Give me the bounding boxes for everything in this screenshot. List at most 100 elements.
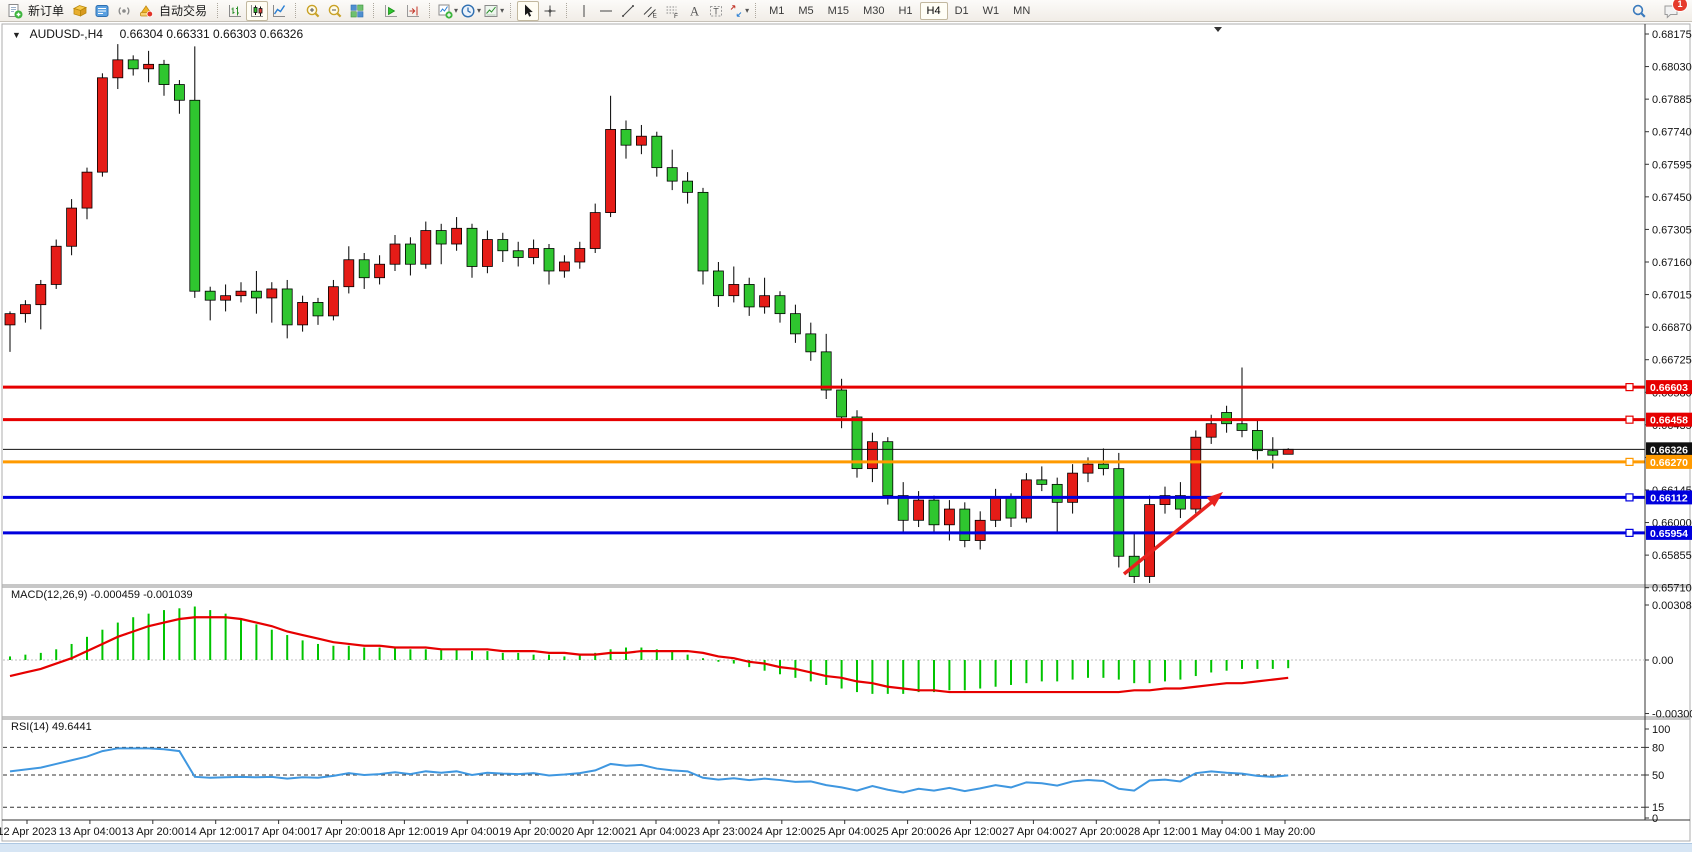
bear-candle bbox=[159, 64, 169, 84]
indicators-icon bbox=[437, 3, 453, 19]
bear-candle bbox=[1037, 480, 1047, 484]
rsi-tick-label: 100 bbox=[1652, 724, 1670, 736]
pivot-line-orange-handle[interactable] bbox=[1626, 458, 1633, 465]
indicators-button[interactable]: ▾ bbox=[436, 1, 459, 21]
time-tick-label: 12 Apr 2023 bbox=[0, 826, 57, 838]
candle-chart-button[interactable] bbox=[246, 1, 268, 21]
bear-candle bbox=[313, 302, 323, 315]
bar-chart-button[interactable] bbox=[224, 1, 246, 21]
time-tick-label: 28 Apr 12:00 bbox=[1128, 826, 1190, 838]
text-label-button[interactable]: T bbox=[705, 1, 727, 21]
crosshair-button[interactable] bbox=[539, 1, 561, 21]
bear-candle bbox=[790, 314, 800, 334]
time-tick-label: 27 Apr 20:00 bbox=[1065, 826, 1127, 838]
support-line-2-handle[interactable] bbox=[1626, 529, 1633, 536]
svg-text:E: E bbox=[653, 12, 658, 19]
timeframe-button-m15[interactable]: M15 bbox=[821, 2, 856, 20]
bear-candle bbox=[960, 509, 970, 540]
trendline-button[interactable] bbox=[617, 1, 639, 21]
support-line-1-handle[interactable] bbox=[1626, 494, 1633, 501]
data-window-button[interactable] bbox=[91, 1, 113, 21]
status-bar bbox=[0, 843, 1692, 852]
cursor-button[interactable] bbox=[517, 1, 539, 21]
hline-button[interactable] bbox=[595, 1, 617, 21]
bull-candle bbox=[1283, 449, 1293, 454]
svg-text:T: T bbox=[713, 6, 719, 16]
main-toolbar: 新订单自动交易▾▾▾EFAT▾M1M5M15M30H1H4D1W1MN1 bbox=[0, 0, 1692, 22]
price-tick-label: 0.67450 bbox=[1652, 192, 1692, 204]
auto-scroll-button[interactable] bbox=[380, 1, 402, 21]
periods-button[interactable]: ▾ bbox=[459, 1, 482, 21]
timeframe-button-m1[interactable]: M1 bbox=[762, 2, 791, 20]
price-tick-label: 0.65855 bbox=[1652, 550, 1692, 562]
bear-candle bbox=[282, 289, 292, 325]
bull-candle bbox=[20, 305, 30, 314]
timeframe-button-m5[interactable]: M5 bbox=[791, 2, 820, 20]
timeframe-button-w1[interactable]: W1 bbox=[976, 2, 1007, 20]
toolbar-separator bbox=[217, 3, 219, 18]
search-button[interactable] bbox=[1628, 1, 1650, 21]
fibonacci-button[interactable]: F bbox=[661, 1, 683, 21]
tile-windows-button[interactable] bbox=[346, 1, 368, 21]
toolbar-right-group: 1 bbox=[1628, 1, 1692, 21]
auto-trading-button[interactable] bbox=[135, 1, 157, 21]
bear-candle bbox=[190, 100, 200, 291]
signals-button[interactable] bbox=[113, 1, 135, 21]
dropdown-caret-icon: ▾ bbox=[454, 6, 458, 15]
vline-icon bbox=[576, 3, 592, 19]
arrows-button[interactable]: ▾ bbox=[727, 1, 750, 21]
time-tick-label: 1 May 20:00 bbox=[1255, 826, 1316, 838]
bull-candle bbox=[51, 246, 61, 284]
channel-button[interactable]: E bbox=[639, 1, 661, 21]
bear-candle bbox=[1052, 484, 1062, 502]
bear-candle bbox=[1006, 498, 1016, 518]
bull-candle bbox=[1083, 464, 1093, 473]
bear-candle bbox=[898, 496, 908, 521]
timeframe-button-mn[interactable]: MN bbox=[1006, 2, 1037, 20]
zoom-in-button[interactable] bbox=[302, 1, 324, 21]
bear-candle bbox=[713, 271, 723, 296]
chart-shift-button[interactable] bbox=[402, 1, 424, 21]
resistance-line-2-handle[interactable] bbox=[1626, 416, 1633, 423]
price-tick-label: 0.67595 bbox=[1652, 159, 1692, 171]
resistance-line-1-price-tag-text: 0.66603 bbox=[1650, 382, 1688, 394]
market-watch-button[interactable] bbox=[69, 1, 91, 21]
bull-candle bbox=[1145, 505, 1155, 577]
line-chart-button[interactable] bbox=[268, 1, 290, 21]
time-tick-label: 19 Apr 04:00 bbox=[436, 826, 498, 838]
bear-candle bbox=[1268, 451, 1278, 455]
rsi-tick-label: 50 bbox=[1652, 770, 1664, 782]
timeframe-button-h4[interactable]: H4 bbox=[920, 2, 948, 20]
resistance-line-1-handle[interactable] bbox=[1626, 384, 1633, 391]
svg-text:A: A bbox=[690, 4, 699, 18]
rsi-tick-label: 0 bbox=[1652, 813, 1658, 825]
time-tick-label: 24 Apr 12:00 bbox=[751, 826, 813, 838]
text-button[interactable]: A bbox=[683, 1, 705, 21]
timeframe-button-d1[interactable]: D1 bbox=[948, 2, 976, 20]
market-watch-icon bbox=[72, 3, 88, 19]
bull-candle bbox=[482, 240, 492, 267]
notifications-button[interactable]: 1 bbox=[1660, 1, 1682, 21]
time-tick-label: 27 Apr 04:00 bbox=[1002, 826, 1064, 838]
price-tick-label: 0.67740 bbox=[1652, 127, 1692, 139]
bear-candle bbox=[1237, 424, 1247, 431]
new-order-button[interactable] bbox=[4, 1, 26, 21]
templates-button[interactable]: ▾ bbox=[482, 1, 505, 21]
macd-tick-label: 0.003086 bbox=[1652, 600, 1692, 612]
price-tick-label: 0.67305 bbox=[1652, 224, 1692, 236]
bear-candle bbox=[806, 334, 816, 352]
text-label-icon: T bbox=[708, 3, 724, 19]
signals-icon bbox=[116, 3, 132, 19]
bull-candle bbox=[344, 260, 354, 287]
chart-canvas[interactable]: 0.681750.680300.678850.677400.675950.674… bbox=[0, 0, 1692, 852]
timeframe-button-m30[interactable]: M30 bbox=[856, 2, 891, 20]
dropdown-caret-icon: ▾ bbox=[500, 6, 504, 15]
bear-candle bbox=[544, 249, 554, 271]
vline-button[interactable] bbox=[573, 1, 595, 21]
zoom-out-button[interactable] bbox=[324, 1, 346, 21]
bear-candle bbox=[683, 181, 693, 192]
timeframe-button-h1[interactable]: H1 bbox=[891, 2, 919, 20]
support-line-2-price-tag-text: 0.65954 bbox=[1650, 528, 1688, 540]
time-tick-label: 17 Apr 20:00 bbox=[310, 826, 372, 838]
time-tick-label: 23 Apr 23:00 bbox=[688, 826, 750, 838]
